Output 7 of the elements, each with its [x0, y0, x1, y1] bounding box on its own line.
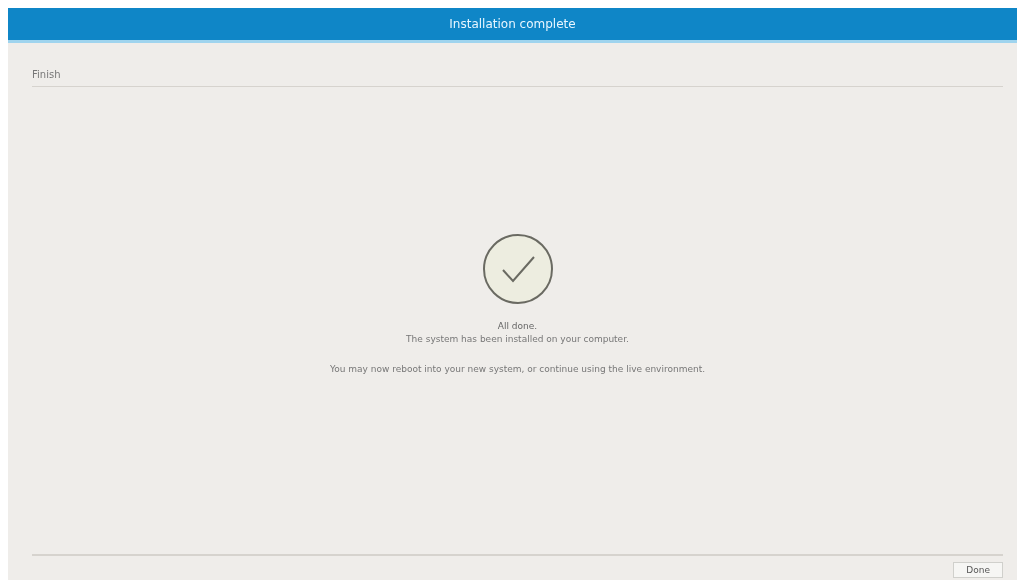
result-subheading: The system has been installed on your computer.: [406, 334, 629, 344]
done-button[interactable]: Done: [953, 562, 1003, 578]
result-note: You may now reboot into your new system, or continue using the live environment.: [329, 364, 706, 374]
step-label: Finish: [32, 69, 61, 80]
check-circle-icon: [481, 233, 554, 305]
result-heading: All done.: [497, 321, 538, 331]
window-title: Installation complete: [449, 17, 576, 31]
